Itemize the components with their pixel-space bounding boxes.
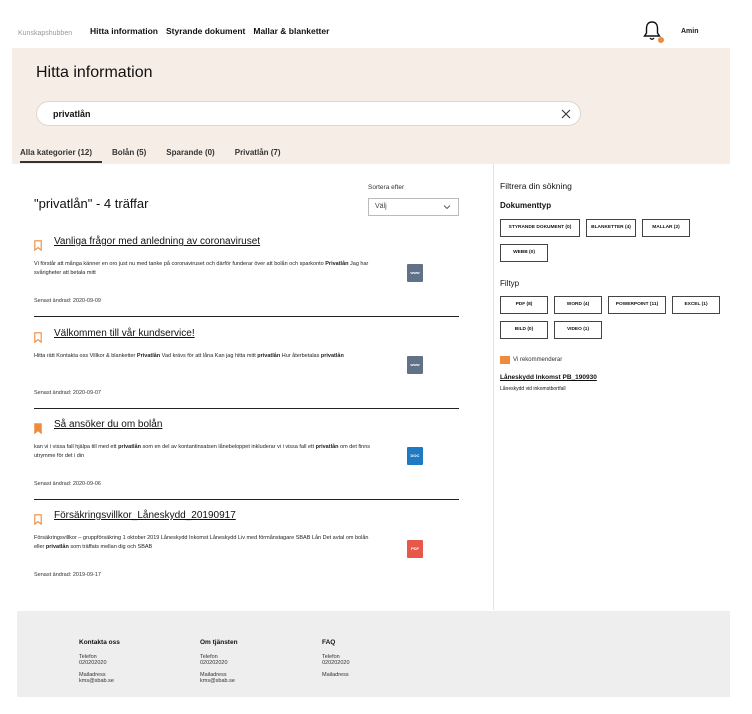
main-nav: Hitta information Styrande dokument Mall…	[90, 26, 329, 36]
bookmark-icon[interactable]	[34, 240, 42, 251]
bookmark-icon[interactable]	[34, 514, 42, 525]
filter-chip-video[interactable]: VIDEO (1)	[554, 321, 602, 339]
footer-col-faq: FAQ Telefon 020202020 Mailadress	[322, 639, 350, 678]
chevron-down-icon	[443, 205, 451, 210]
filter-chip-styrande-dokument[interactable]: STYRANDE DOKUMENT (0)	[500, 219, 580, 237]
result-title-link[interactable]: Vanliga frågor med anledning av coronavi…	[54, 236, 260, 247]
result-title-link[interactable]: Försäkringsvillkor_Låneskydd_20190917	[54, 510, 236, 521]
footer-phone[interactable]: 020202020	[200, 660, 238, 667]
close-icon[interactable]	[560, 108, 572, 120]
results-count-title: "privatlån" - 4 träffar	[34, 196, 149, 211]
footer-col-kontakta: Kontakta oss Telefon 020202020 Mailadres…	[79, 639, 120, 690]
search-box[interactable]	[36, 101, 581, 126]
footer-heading: Kontakta oss	[79, 639, 120, 646]
bookmark-icon[interactable]	[34, 332, 42, 343]
page-title: Hitta information	[36, 64, 153, 81]
footer-phone[interactable]: 020202020	[79, 660, 120, 667]
top-bar: Kunskapshubben Hitta information Styrand…	[12, 0, 730, 48]
bookmark-filled-icon[interactable]	[34, 423, 42, 434]
notification-dot	[658, 37, 664, 43]
result-title-link[interactable]: Välkommen till vår kundservice!	[54, 328, 195, 339]
logo[interactable]: Kunskapshubben	[18, 30, 72, 37]
doc-file-icon: DOC	[407, 447, 423, 465]
filter-title: Filtrera din sökning	[500, 181, 572, 191]
search-hero: Hitta information Alla kategorier (12) B…	[12, 48, 730, 164]
search-input[interactable]	[53, 106, 533, 122]
footer-mail[interactable]: kms@sbab.se	[79, 678, 120, 685]
footer: Kontakta oss Telefon 020202020 Mailadres…	[17, 611, 730, 697]
result-date: Senast ändrad: 2019-09-17	[34, 572, 101, 578]
sort-select[interactable]: Välj	[368, 198, 459, 216]
footer-col-om-tjansten: Om tjänsten Telefon 020202020 Mailadress…	[200, 639, 238, 690]
tab-sparande[interactable]: Sparande (0)	[166, 148, 224, 163]
nav-styrande-dokument[interactable]: Styrande dokument	[166, 26, 245, 36]
web-file-icon: www	[407, 356, 423, 374]
web-file-icon: www	[407, 264, 423, 282]
result-snippet: kan vi i vissa fall hjälpa till med ett …	[34, 444, 371, 459]
pdf-file-icon: PDF	[407, 540, 423, 558]
result-snippet: Hitta rätt Kontakta oss Villkor & blanke…	[34, 353, 344, 359]
filter-chip-powerpoint[interactable]: POWERPOINT (11)	[608, 296, 666, 314]
result-item: Välkommen till vår kundservice! Hitta rä…	[34, 328, 459, 409]
footer-mail[interactable]: kms@sbab.se	[200, 678, 238, 685]
filter-chip-bild[interactable]: BILD (0)	[500, 321, 548, 339]
column-divider	[493, 164, 494, 610]
recommend-icon	[500, 356, 510, 364]
nav-mallar-blanketter[interactable]: Mallar & blanketter	[253, 26, 329, 36]
filter-chip-mallar[interactable]: MALLAR (2)	[642, 219, 690, 237]
result-item: Så ansöker du om bolån kan vi i vissa fa…	[34, 419, 459, 500]
filter-chip-pdf[interactable]: PDF (8)	[500, 296, 548, 314]
filter-chip-webb[interactable]: WEBB (0)	[500, 244, 548, 262]
footer-phone[interactable]: 020202020	[322, 660, 350, 667]
footer-heading: FAQ	[322, 639, 336, 646]
sort-select-value: Välj	[375, 203, 387, 210]
result-title-link[interactable]: Så ansöker du om bolån	[54, 419, 162, 430]
tab-privatlan[interactable]: Privatlån (7)	[235, 148, 291, 163]
result-date: Senast ändrad: 2020-09-09	[34, 298, 101, 304]
tab-bolan[interactable]: Bolån (5)	[112, 148, 156, 163]
result-item: Försäkringsvillkor_Låneskydd_20190917 Fö…	[34, 510, 459, 587]
filter-chip-blanketter[interactable]: BLANKETTER (4)	[586, 219, 636, 237]
recommend-label: Vi rekommenderar	[513, 357, 563, 363]
result-item: Vanliga frågor med anledning av coronavi…	[34, 236, 459, 317]
result-snippet: Försäkringsvillkor – gruppförsäkring 1 o…	[34, 535, 369, 550]
result-date: Senast ändrad: 2020-09-07	[34, 390, 101, 396]
result-date: Senast ändrad: 2020-09-06	[34, 481, 101, 487]
doctype-title: Dokumenttyp	[500, 201, 552, 210]
result-snippet: Vi förstår att många känner en oro just …	[34, 261, 369, 276]
footer-heading: Om tjänsten	[200, 639, 238, 646]
user-name[interactable]: Amin	[681, 28, 699, 35]
tab-alla-kategorier[interactable]: Alla kategorier (12)	[20, 148, 103, 163]
filter-chip-excel[interactable]: EXCEL (1)	[672, 296, 720, 314]
sort-label: Sortera efter	[368, 184, 405, 191]
filter-chip-word[interactable]: WORD (4)	[554, 296, 602, 314]
recommended-subtitle: Låneskydd vid inkomstbortfall	[500, 386, 566, 392]
footer-label: Mailadress	[322, 672, 349, 678]
nav-hitta-information[interactable]: Hitta information	[90, 26, 158, 36]
category-tabs: Alla kategorier (12) Bolån (5) Sparande …	[20, 148, 301, 163]
recommended-link[interactable]: Låneskydd Inkomst PB_190930	[500, 374, 597, 381]
filetype-title: Filtyp	[500, 279, 520, 288]
